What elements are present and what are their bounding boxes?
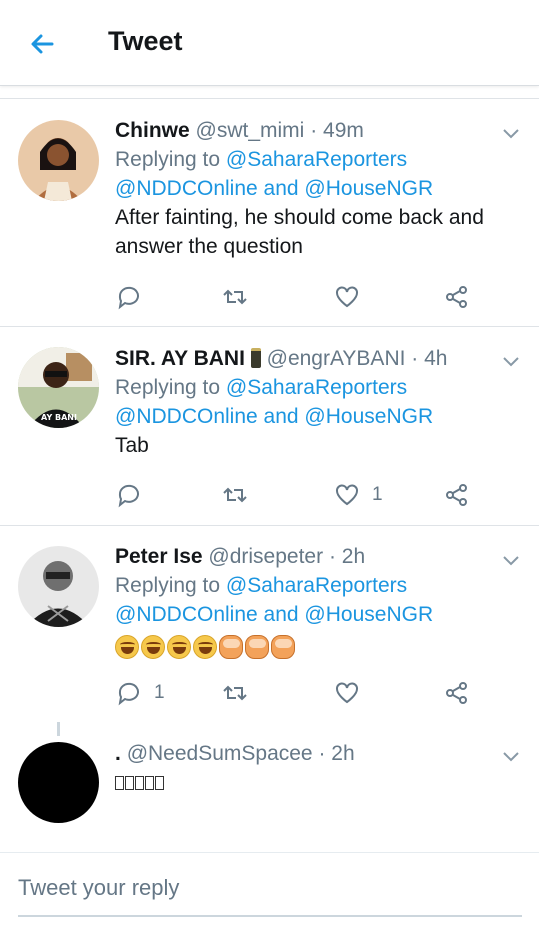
author-handle[interactable]: @engrAYBANI (267, 347, 406, 370)
replying-label: Replying to (115, 148, 221, 171)
chevron-down-icon[interactable] (501, 355, 521, 369)
missing-glyph-icon (135, 776, 144, 790)
reply-count: 1 (154, 682, 165, 703)
mention-link[interactable]: @HouseNGR (304, 177, 433, 200)
missing-glyph-icon (145, 776, 154, 790)
tweet-item[interactable]: Chinwe @swt_mimi · 49m Replying to @Saha… (0, 99, 539, 327)
share-icon (446, 286, 467, 308)
retweet-button[interactable] (222, 480, 248, 510)
reply-input[interactable]: Tweet your reply (18, 875, 522, 917)
author-name[interactable]: Peter Ise (115, 545, 203, 568)
reply-button[interactable] (116, 282, 142, 312)
reply-button[interactable] (116, 480, 142, 510)
heart-icon (336, 484, 358, 506)
tweet-item[interactable]: AY BANI SIR. AY BANI @engrAYBANI · 4h Re… (0, 327, 539, 526)
reply-icon (118, 286, 139, 310)
replying-label: Replying to (115, 376, 221, 399)
reply-icon (118, 484, 139, 508)
app-header: Tweet (0, 0, 539, 86)
retweet-icon (223, 487, 247, 503)
mention-link[interactable]: @SaharaReporters (226, 376, 407, 399)
chevron-down-icon[interactable] (501, 554, 521, 568)
timestamp[interactable]: · 2h (318, 742, 354, 765)
timestamp[interactable]: · 4h (411, 347, 447, 370)
author-handle[interactable]: @swt_mimi (196, 119, 305, 142)
tweet-text: After fainting, he should come back and (115, 206, 484, 229)
missing-glyph-icon (155, 776, 164, 790)
mention-link[interactable]: @HouseNGR (304, 405, 433, 428)
laughing-emoji-icon (193, 635, 217, 659)
like-count: 1 (372, 484, 383, 505)
author-name[interactable]: SIR. AY BANI (115, 347, 245, 370)
like-button[interactable]: 1 (334, 480, 383, 510)
thread-line (57, 722, 60, 736)
heart-icon (336, 286, 358, 308)
like-button[interactable] (334, 282, 360, 312)
facepalm-emoji-icon (271, 635, 295, 659)
retweet-button[interactable] (222, 678, 248, 708)
avatar[interactable] (18, 120, 99, 201)
laughing-emoji-icon (115, 635, 139, 659)
mention-link[interactable]: @NDDCOnline (115, 405, 258, 428)
tweet-item[interactable]: Peter Ise @drisepeter · 2h Replying to @… (0, 526, 539, 722)
share-icon (446, 682, 467, 704)
missing-glyph-icon (115, 776, 124, 790)
laughing-emoji-icon (167, 635, 191, 659)
facepalm-emoji-icon (245, 635, 269, 659)
avatar[interactable]: AY BANI (18, 347, 99, 428)
heart-icon (336, 682, 358, 704)
share-icon (446, 484, 467, 506)
share-button[interactable] (444, 480, 470, 510)
mention-link[interactable]: @SaharaReporters (226, 148, 407, 171)
mention-and: and (263, 405, 299, 428)
chevron-down-icon[interactable] (501, 750, 521, 764)
timestamp[interactable]: · 2h (329, 545, 365, 568)
tweet-item[interactable]: . @NeedSumSpacee · 2h (0, 722, 539, 852)
laughing-emoji-icon (141, 635, 165, 659)
facepalm-emoji-icon (219, 635, 243, 659)
mention-and: and (263, 177, 299, 200)
unsupported-glyphs (115, 776, 499, 790)
arrow-left-icon[interactable] (26, 28, 58, 60)
avatar-label: AY BANI (41, 413, 77, 422)
like-button[interactable] (334, 678, 360, 708)
tweet-text: answer the question (115, 235, 303, 258)
avatar[interactable] (18, 546, 99, 627)
mention-link[interactable]: @HouseNGR (304, 603, 433, 626)
mention-and: and (263, 603, 299, 626)
reply-composer: Tweet your reply (0, 852, 539, 925)
replying-label: Replying to (115, 574, 221, 597)
avatar[interactable] (18, 742, 99, 823)
retweet-icon (223, 289, 247, 305)
mention-link[interactable]: @SaharaReporters (226, 574, 407, 597)
missing-glyph-icon (125, 776, 134, 790)
share-button[interactable] (444, 282, 470, 312)
mention-link[interactable]: @NDDCOnline (115, 603, 258, 626)
share-button[interactable] (444, 678, 470, 708)
reply-icon (118, 682, 139, 706)
author-handle[interactable]: @NeedSumSpacee (127, 742, 313, 765)
chevron-down-icon[interactable] (501, 127, 521, 141)
author-name[interactable]: Chinwe (115, 119, 190, 142)
page-title: Tweet (108, 26, 183, 56)
timestamp[interactable]: · 49m (310, 119, 364, 142)
author-handle[interactable]: @drisepeter (208, 545, 323, 568)
reply-button[interactable]: 1 (116, 678, 165, 708)
mention-link[interactable]: @NDDCOnline (115, 177, 258, 200)
retweet-icon (223, 685, 247, 701)
author-name[interactable]: . (115, 742, 121, 765)
battery-emoji-icon (250, 348, 261, 368)
tweet-text: Tab (115, 434, 149, 457)
emoji-row (115, 635, 499, 659)
retweet-button[interactable] (222, 282, 248, 312)
